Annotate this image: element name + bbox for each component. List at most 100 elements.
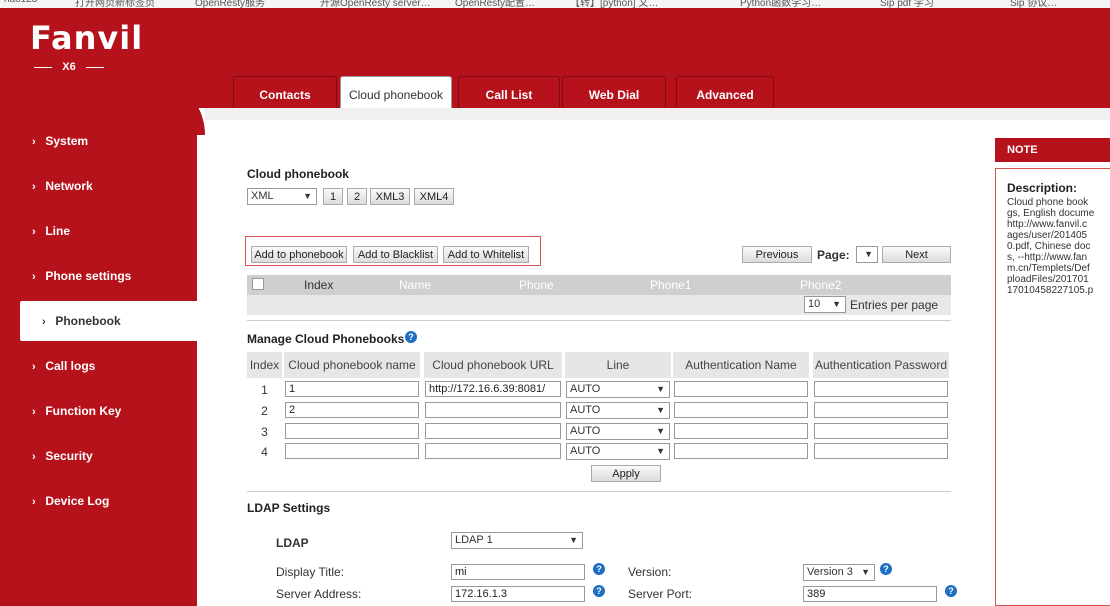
tab-contacts[interactable]: Contacts: [233, 76, 337, 108]
dropdown-arrow-icon: ▼: [656, 426, 665, 436]
entries-per-page-select[interactable]: 10 ▼: [804, 296, 846, 313]
next-button[interactable]: Next: [882, 246, 951, 263]
content-top-strip: [205, 108, 1110, 120]
phonebook-url-input[interactable]: http://172.16.6.39:8081/: [425, 381, 561, 397]
bookmark[interactable]: 打开网页新标签页: [75, 0, 155, 8]
dropdown-arrow-icon: ▼: [656, 446, 665, 456]
sidebar-item-label: Security: [45, 449, 93, 463]
auth-name-input[interactable]: [674, 443, 808, 459]
add-to-blacklist-button[interactable]: Add to Blacklist: [353, 246, 438, 263]
bookmark[interactable]: Sip 协议…: [1010, 0, 1057, 8]
bookmark[interactable]: 开源OpenResty server…: [320, 0, 431, 8]
select-value: AUTO: [570, 404, 601, 416]
select-value: AUTO: [570, 425, 601, 437]
chevron-right-icon: ›: [32, 496, 36, 508]
dropdown-arrow-icon: ▼: [864, 249, 873, 259]
column-name: Name: [399, 278, 432, 292]
select-value: 10: [808, 298, 821, 310]
help-icon[interactable]: ?: [593, 563, 605, 575]
auth-password-input[interactable]: [814, 443, 948, 459]
phonebook-url-input[interactable]: [425, 423, 561, 439]
tab-cloud-phonebook[interactable]: Cloud phonebook: [340, 76, 452, 108]
sidebar-item-network[interactable]: › Network: [0, 166, 197, 206]
page-1-button[interactable]: 1: [323, 188, 343, 205]
add-to-phonebook-button[interactable]: Add to phonebook: [251, 246, 347, 263]
fanvil-logo: Fanvil: [30, 19, 144, 57]
auth-name-input[interactable]: [674, 381, 808, 397]
help-icon[interactable]: ?: [945, 585, 957, 597]
xml3-button[interactable]: XML3: [370, 188, 410, 205]
auth-password-input[interactable]: [814, 423, 948, 439]
header-phonebook-name: Cloud phonebook name: [284, 352, 420, 378]
dropdown-arrow-icon: ▼: [303, 191, 312, 201]
bookmark[interactable]: OpenResty配置…: [455, 0, 535, 8]
bookmark[interactable]: Sip pdf 学习: [880, 0, 934, 8]
bookmark[interactable]: 【转】[python] 文…: [570, 0, 658, 8]
bookmark[interactable]: Python函数学习…: [740, 0, 821, 8]
phonebook-type-select[interactable]: XML ▼: [247, 188, 317, 205]
help-icon[interactable]: ?: [593, 585, 605, 597]
sidebar-item-call-logs[interactable]: › Call logs: [0, 346, 197, 386]
sidebar-item-label: Function Key: [45, 404, 122, 418]
sidebar-item-security[interactable]: › Security: [0, 436, 197, 476]
add-to-whitelist-button[interactable]: Add to Whitelist: [443, 246, 529, 263]
bookmark[interactable]: OpenResty服务: [195, 0, 265, 8]
help-icon[interactable]: ?: [405, 331, 417, 343]
version-label: Version:: [628, 565, 672, 579]
display-title-input[interactable]: mi: [451, 564, 585, 580]
dropdown-arrow-icon: ▼: [861, 567, 870, 577]
phonebook-url-input[interactable]: [425, 443, 561, 459]
note-description-title: Description:: [1007, 181, 1078, 195]
auth-password-input[interactable]: [814, 402, 948, 418]
ldap-select[interactable]: LDAP 1 ▼: [451, 532, 583, 549]
chevron-right-icon: ›: [32, 181, 36, 193]
line-select[interactable]: AUTO ▼: [566, 443, 670, 460]
select-all-checkbox[interactable]: [252, 278, 264, 290]
auth-name-input[interactable]: [674, 423, 808, 439]
line-select[interactable]: AUTO ▼: [566, 402, 670, 419]
auth-password-input[interactable]: [814, 381, 948, 397]
server-port-input[interactable]: 389: [803, 586, 937, 602]
version-select[interactable]: Version 3 ▼: [803, 564, 875, 581]
phonebook-name-input[interactable]: 2: [285, 402, 419, 418]
server-address-input[interactable]: 172.16.1.3: [451, 586, 585, 602]
line-select[interactable]: AUTO ▼: [566, 423, 670, 440]
previous-button[interactable]: Previous: [742, 246, 812, 263]
row-index: 4: [261, 445, 268, 459]
column-phone2: Phone2: [800, 278, 842, 292]
phonebook-name-input[interactable]: 1: [285, 381, 419, 397]
sidebar-item-device-log[interactable]: › Device Log: [0, 481, 197, 521]
apply-button[interactable]: Apply: [591, 465, 661, 482]
tab-web-dial[interactable]: Web Dial: [562, 76, 666, 108]
phonebook-name-input[interactable]: [285, 443, 419, 459]
sidebar-item-label: Device Log: [45, 494, 110, 508]
dropdown-arrow-icon: ▼: [656, 384, 665, 394]
ldap-label: LDAP: [276, 536, 309, 550]
line-select[interactable]: AUTO ▼: [566, 381, 670, 398]
chevron-right-icon: ›: [32, 136, 36, 148]
sidebar-item-system[interactable]: › System: [0, 121, 197, 161]
tab-call-list[interactable]: Call List: [458, 76, 560, 108]
auth-name-input[interactable]: [674, 402, 808, 418]
sidebar: › System › Network › Line › Phone settin…: [0, 108, 197, 606]
bookmark[interactable]: hao123: [4, 0, 37, 5]
xml4-button[interactable]: XML4: [414, 188, 454, 205]
sidebar-item-function-key[interactable]: › Function Key: [0, 391, 197, 431]
entries-per-page-label: Entries per page: [850, 298, 939, 312]
header-auth-name: Authentication Name: [673, 352, 809, 378]
page-select[interactable]: ▼: [856, 246, 878, 263]
phonebook-name-input[interactable]: [285, 423, 419, 439]
phonebook-url-input[interactable]: [425, 402, 561, 418]
note-description-text: Cloud phone book gs, English docume http…: [1007, 197, 1095, 296]
sidebar-item-phonebook[interactable]: › Phonebook: [20, 301, 197, 341]
tab-advanced[interactable]: Advanced: [676, 76, 774, 108]
help-icon[interactable]: ?: [880, 563, 892, 575]
sidebar-item-label: Network: [45, 179, 93, 193]
page-2-button[interactable]: 2: [347, 188, 367, 205]
dropdown-arrow-icon: ▼: [656, 405, 665, 415]
row-index: 3: [261, 425, 268, 439]
select-value: AUTO: [570, 383, 601, 395]
sidebar-item-phone-settings[interactable]: › Phone settings: [0, 256, 197, 296]
sidebar-item-line[interactable]: › Line: [0, 211, 197, 251]
sidebar-item-label: Call logs: [45, 359, 96, 373]
